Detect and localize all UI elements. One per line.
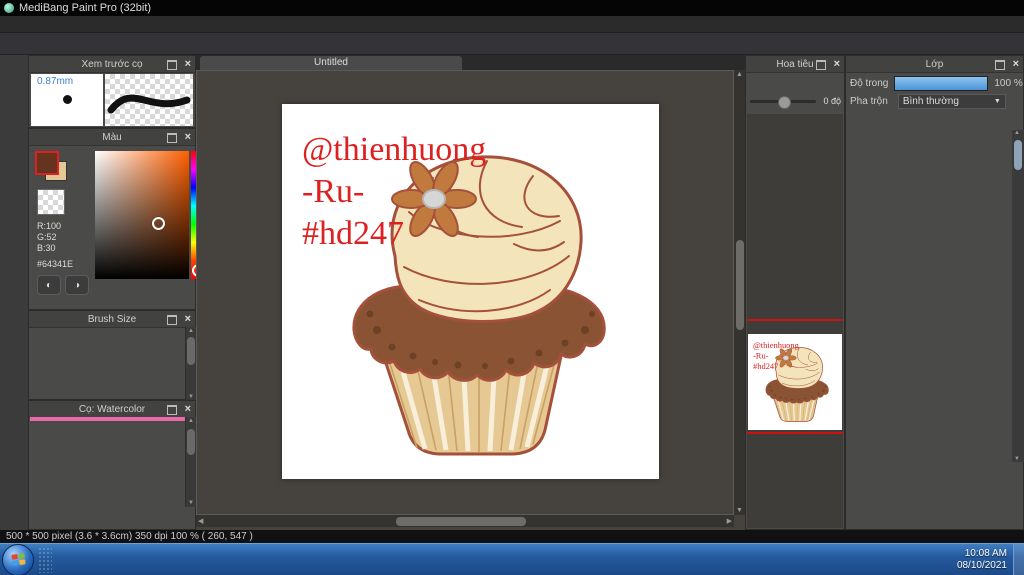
document-info: 500 * 500 pixel (3.6 * 3.6cm) 350 dpi 10… [6,531,253,542]
canvas-area: Untitled ▲ ▼ ◀ ▶ [196,55,745,530]
palette-button[interactable]: ◐ [37,275,61,295]
canvas-vscrollbar[interactable]: ▲ ▼ [734,70,745,515]
saturation-value-picker[interactable] [95,151,189,279]
brush-list-scrollbar[interactable]: ▲ ▼ [185,417,196,507]
blend-dropdown[interactable]: Bình thường ▼ [897,94,1006,109]
drawing-canvas[interactable] [282,104,659,479]
close-icon[interactable]: × [1013,56,1019,72]
canvas-bound-line [747,432,843,434]
brush-stroke-preview [105,74,193,126]
opacity-label: Độ trong [850,78,889,89]
brush-size-panel-title: Brush Size [87,313,137,325]
popout-icon[interactable] [167,315,177,325]
blue-value: B:30 [37,243,56,253]
menu-bar [0,16,1024,33]
rotation-value: 0 độ [823,96,841,106]
green-value: G:52 [37,232,57,242]
navigator-preview[interactable] [747,114,843,528]
taskbar-grip [38,546,52,573]
close-icon[interactable]: × [185,129,191,145]
windows-taskbar: 10:08 AM 08/10/2021 [0,543,1024,575]
navigator-thumbnail[interactable] [748,334,842,430]
red-value: R:100 [37,221,62,231]
transparent-color-swatch[interactable] [37,189,65,215]
brush-size-panel: Brush Size × ▲ ▼ [28,310,196,401]
canvas-viewport[interactable] [196,70,734,515]
taskbar-clock[interactable]: 10:08 AM 08/10/2021 [957,548,1007,572]
brush-list-title: Cọ: Watercolor [78,403,146,415]
document-tabstrip: Untitled [196,55,745,70]
brush-preview-title: Xem trước cọ [81,58,143,70]
color-panel: Màu × R:100 G:52 B:30 #64341E ◐ ◑ [28,128,205,310]
clock-date: 08/10/2021 [956,559,1007,571]
brush-dot-preview [62,95,72,104]
blend-label: Pha trộn [850,96,888,107]
navigator-panel: Hoa tiêu × 0 độ [745,55,845,530]
brush-size-scrollbar[interactable]: ▲ ▼ [185,327,196,401]
close-icon[interactable]: × [185,401,191,417]
top-toolbar [0,33,1024,55]
popout-icon[interactable] [816,60,826,70]
brush-size-label: 0.87mm [37,76,74,87]
layer-list [847,130,1011,462]
rotation-knob[interactable] [778,96,791,109]
popout-icon[interactable] [995,60,1005,70]
document-tab[interactable]: Untitled [200,56,462,70]
popout-icon[interactable] [167,405,177,415]
close-icon[interactable]: × [185,56,191,72]
sv-cursor[interactable] [152,217,165,230]
app-logo-icon [4,3,14,13]
rotation-slider[interactable] [750,96,816,109]
popout-icon[interactable] [167,133,177,143]
opacity-slider[interactable] [894,76,989,91]
foreground-color-swatch[interactable] [35,151,59,175]
brush-list-panel: Cọ: Watercolor × ▲ ▼ [28,400,196,530]
color-panel-title: Màu [102,131,122,143]
clock-time: 10:08 AM [964,547,1007,559]
canvas-hscrollbar[interactable]: ◀ ▶ [196,515,734,527]
tool-column [0,55,28,530]
palette-add-button[interactable]: ◑ [65,275,89,295]
medibang-window: @thienhuong -Ru- #hd247 MediBang Paint P… [0,0,1024,575]
title-bar: MediBang Paint Pro (32bit) [0,0,1024,16]
brush-size-preview: 0.87mm [31,74,103,126]
layers-panel: Lớp × Độ trong 100 % Pha trộn Bình thườn… [845,55,1024,530]
window-title: MediBang Paint Pro (32bit) [19,2,152,14]
layers-title: Lớp [925,58,944,70]
start-button[interactable] [2,543,34,575]
brush-preview-panel: Xem trước cọ × 0.87mm [28,55,196,128]
hex-value: #64341E [37,259,74,269]
opacity-value: 100 % [994,78,1023,89]
canvas-bound-line [747,319,843,321]
popout-icon[interactable] [167,60,177,70]
show-desktop-button[interactable] [1013,543,1024,575]
close-icon[interactable]: × [834,56,840,72]
status-bar: 500 * 500 pixel (3.6 * 3.6cm) 350 dpi 10… [0,530,1024,543]
color-panel-tabs [29,292,31,309]
navigator-title: Hoa tiêu [776,58,814,70]
layers-scrollbar[interactable]: ▲ ▼ [1012,130,1024,462]
close-icon[interactable]: × [185,311,191,327]
